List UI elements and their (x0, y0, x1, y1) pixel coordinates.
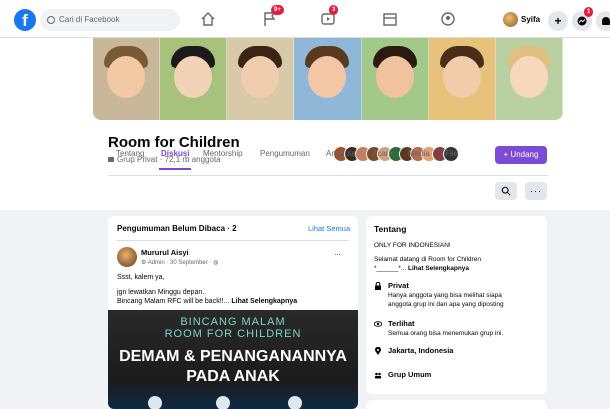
poster-avatar[interactable] (117, 247, 137, 267)
child-face (308, 56, 347, 98)
messenger-badge: 1 (584, 7, 594, 17)
child-face (442, 56, 481, 98)
top-navigation-bar: f Cari di Facebook 9+ 3 Syifa + 1 (0, 0, 610, 38)
about-text: Selamat datang di Room for Children (374, 256, 481, 263)
search-placeholder: Cari di Facebook (59, 15, 120, 24)
tab-mentorship[interactable]: Mentorship (203, 144, 243, 164)
child-face (107, 56, 146, 98)
group-search-button[interactable] (495, 182, 517, 200)
speaker-photo (148, 396, 162, 409)
globe-icon: ◍ (213, 260, 219, 266)
see-more-link[interactable]: Lihat Selengkapnya (408, 265, 469, 272)
group-header: Room for Children Grup Privat · 72,1 rb … (0, 38, 610, 210)
child-face (241, 56, 280, 98)
cover-child-photo (495, 38, 563, 120)
about-title: Tentang (374, 224, 407, 234)
profile-name: Syifa (521, 15, 541, 24)
speaker-photo (288, 396, 302, 409)
privacy-desc: anggota grup ini dan apa yang diposting (388, 301, 504, 308)
lock-icon (108, 157, 114, 162)
privacy-title: Privat (388, 281, 409, 290)
lock-icon (374, 281, 382, 290)
see-more-link[interactable]: Lihat Selengkapnya (231, 298, 297, 305)
visibility-title: Terlihat (388, 319, 415, 328)
messenger-button[interactable]: 1 (572, 7, 594, 31)
visibility-desc: Semua orang bisa menemukan grup ini. (388, 330, 504, 337)
flag-badge: 9+ (271, 5, 284, 15)
post-meta-text: Admin · 30 September · (147, 260, 214, 266)
tab-pengumuman[interactable]: Pengumuman (260, 144, 310, 164)
more-icon: ··· (530, 186, 542, 196)
tab-acara[interactable]: Acara (372, 144, 393, 164)
see-all-link[interactable]: Lihat Semua (308, 224, 350, 233)
tab-file[interactable]: File (445, 144, 458, 164)
announcements-card: Pengumuman Belum Dibaca · 2 Lihat Semua … (108, 216, 358, 409)
group-type-icon (374, 371, 382, 379)
image-text: ROOM FOR CHILDREN (164, 328, 302, 340)
image-text: BINCANG MALAM (180, 316, 286, 328)
admin-icon: ⚙ (141, 260, 148, 266)
video-badge: 3 (329, 5, 339, 15)
video-nav-button[interactable]: 3 (320, 5, 339, 27)
search-input[interactable]: Cari di Facebook (40, 9, 180, 31)
cover-child-photo (160, 38, 228, 120)
invite-button[interactable]: + Undang (495, 146, 547, 164)
about-text: ONLY FOR INDONESIAN! (374, 242, 451, 249)
cover-child-photo (361, 38, 429, 120)
more-options-button[interactable]: ··· (525, 182, 547, 200)
cover-photo[interactable] (93, 38, 563, 120)
tab-tentang[interactable]: Tentang (116, 144, 144, 164)
post-options-button[interactable]: ··· (334, 249, 341, 259)
post-text-line: Bincang Malam RFC will be back!!... Liha… (117, 297, 297, 306)
bell-icon (602, 17, 610, 25)
avatar (503, 12, 518, 27)
group-type-text: Grup Umum (388, 370, 432, 379)
image-text: DEMAM & PENANGANANNYA (119, 348, 347, 365)
speaker-photo (216, 396, 230, 409)
about-card: Tentang ONLY FOR INDONESIAN! Selamat dat… (366, 216, 547, 394)
profile-button[interactable]: Syifa (503, 11, 540, 29)
next-card (366, 400, 547, 409)
post-text: Bincang Malam RFC will be back!!... (117, 298, 230, 305)
create-button[interactable]: + (548, 11, 568, 31)
divider (117, 240, 349, 241)
speaker-photos (148, 396, 318, 409)
location-pin-icon (374, 346, 382, 355)
post-text-line: Ssst, kalem ya, (117, 274, 165, 281)
post-meta: ⚙ Admin · 30 September · ◍ (141, 259, 218, 266)
member-avatars[interactable] (333, 146, 459, 162)
tab-media[interactable]: Media (408, 144, 430, 164)
eye-icon (373, 320, 383, 328)
about-text: *______*... Lihat Selengkapnya (374, 265, 469, 274)
search-icon (501, 186, 511, 196)
tab-diskusi[interactable]: Diskusi (158, 144, 192, 170)
marketplace-icon[interactable] (382, 11, 398, 27)
home-icon[interactable] (200, 11, 216, 27)
notifications-button[interactable] (596, 11, 610, 31)
cover-child-photo (227, 38, 295, 120)
announcements-title: Pengumuman Belum Dibaca · 2 (117, 224, 237, 233)
flag-nav-button[interactable]: 9+ (262, 5, 284, 27)
child-face (509, 56, 548, 98)
cover-child-photo (93, 38, 161, 120)
poster-name[interactable]: Mururul Aisyi (141, 248, 189, 257)
child-face (174, 56, 213, 98)
search-icon (47, 16, 55, 24)
privacy-desc: Hanya anggota yang bisa melihat siapa (388, 292, 502, 299)
child-face (375, 56, 414, 98)
post-text-line: jgn lewatkan Minggu depan.. (117, 289, 207, 296)
cover-child-photo (428, 38, 496, 120)
groups-icon[interactable] (440, 11, 456, 27)
cover-child-photo (294, 38, 362, 120)
facebook-logo[interactable]: f (14, 9, 36, 31)
image-text: PADA ANAK (186, 368, 280, 385)
tab-anggota[interactable]: Anggota (326, 144, 356, 164)
divider (108, 175, 548, 176)
location-text: Jakarta, Indonesia (388, 346, 454, 355)
post-image[interactable]: BINCANG MALAM ROOM FOR CHILDREN DEMAM & … (108, 310, 358, 409)
about-text-part: *______*... (374, 265, 407, 272)
